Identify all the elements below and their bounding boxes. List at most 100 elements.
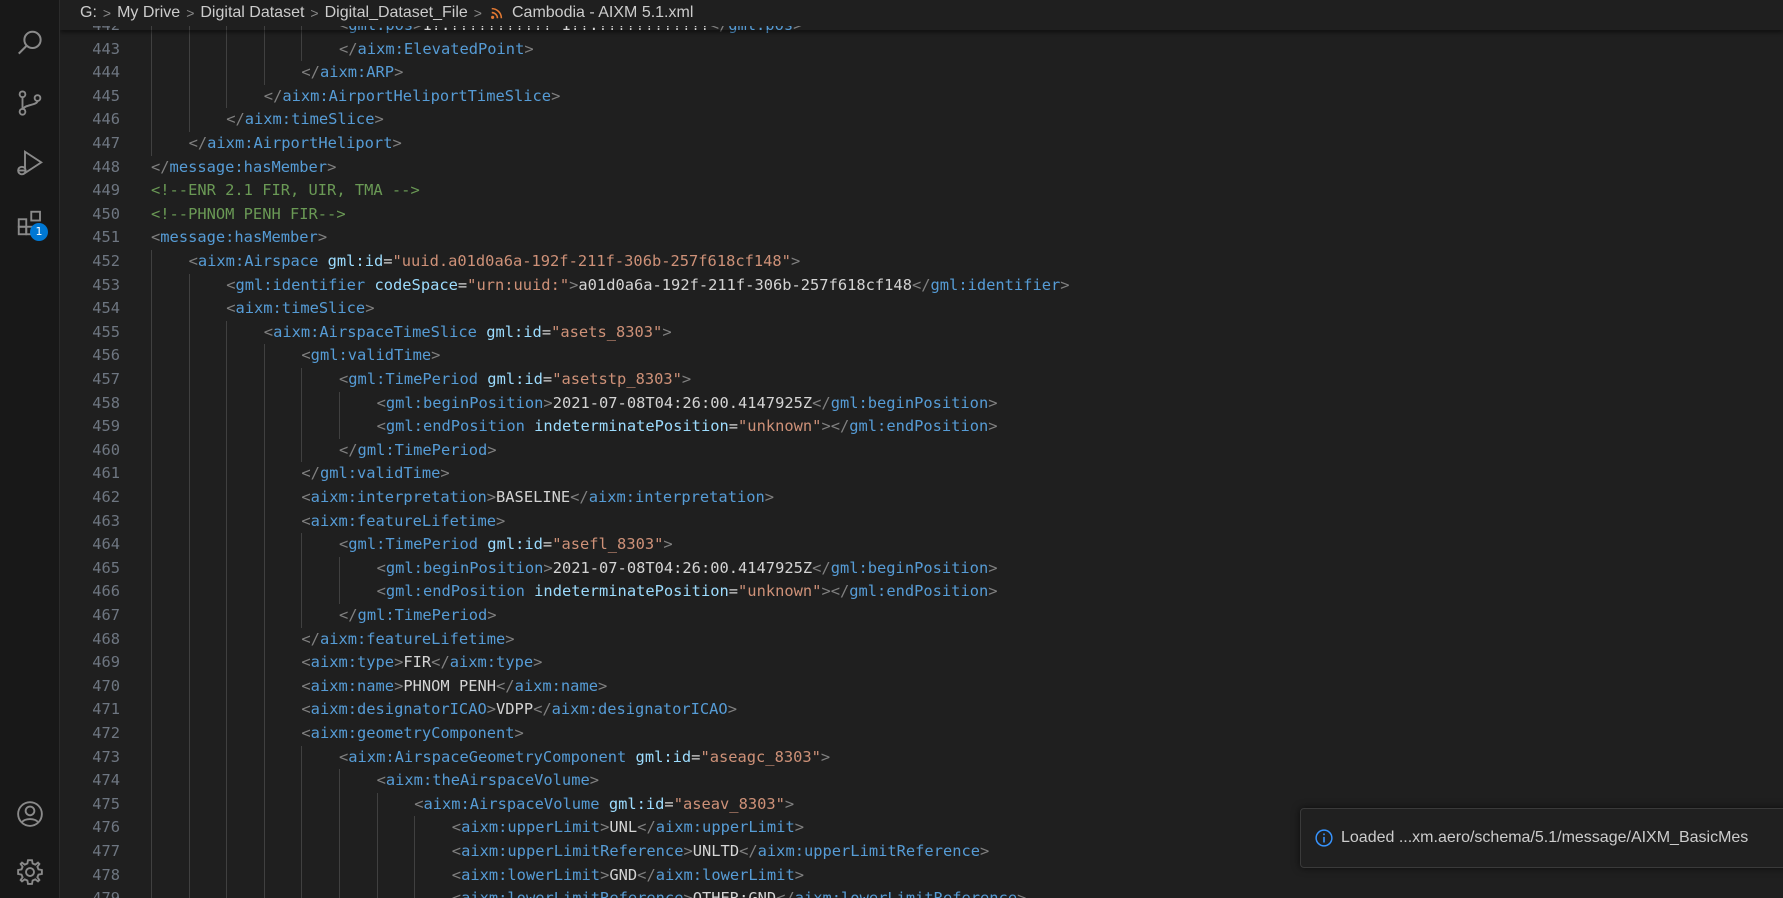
breadcrumb-digital-dataset-file[interactable]: Digital_Dataset_File	[325, 4, 468, 22]
indent-guide	[263, 887, 265, 898]
code-text: </aixm:AirportHeliportTimeSlice>	[264, 85, 561, 109]
code-line[interactable]: 471 <aixm:designatorICAO>VDPP</aixm:desig…	[60, 698, 1783, 722]
line-number: 475	[92, 794, 120, 813]
code-line[interactable]: 455 <aixm:AirspaceTimeSlice gml:id="asets…	[60, 320, 1783, 345]
code-line[interactable]: 464 <gml:TimePeriod gml:id="asefl_8303">	[60, 533, 1783, 557]
line-number: 462	[92, 488, 120, 506]
code-line[interactable]: 467 </gml:TimePeriod>	[60, 604, 1783, 628]
code-line[interactable]: 474 <aixm:theAirspaceVolume>	[60, 769, 1783, 793]
code-line[interactable]: 465 <gml:beginPosition>2021-07-08T04:26:0…	[60, 556, 1783, 581]
code-line[interactable]: 468 </aixm:featureLifetime>	[60, 627, 1783, 652]
token-name: aixm:upperLimitReference	[757, 842, 981, 860]
code-line[interactable]: 459 <gml:endPosition indeterminatePositio…	[60, 415, 1783, 439]
token-name: gml:validTime	[319, 464, 441, 483]
line-number: 449	[92, 181, 120, 200]
notification-toast[interactable]: Loaded ...xm.aero/schema/5.1/message/AIX…	[1300, 808, 1783, 868]
code-line[interactable]: 466 <gml:endPosition indeterminatePositio…	[60, 580, 1783, 604]
breadcrumb-my-drive[interactable]: My Drive	[117, 4, 180, 22]
breadcrumb-drive[interactable]: G:	[80, 4, 97, 22]
code-line[interactable]: 445 </aixm:AirportHeliportTimeSlice>	[60, 84, 1783, 109]
code-line[interactable]: 460 </gml:TimePeriod>	[60, 438, 1783, 463]
code-line[interactable]: 446 </aixm:timeSlice>	[60, 108, 1783, 132]
indent-guide	[151, 627, 152, 652]
token-name: aixm:upperLimit	[655, 818, 795, 837]
code-line[interactable]: 458 <gml:beginPosition>2021-07-08T04:26:0…	[60, 391, 1783, 416]
indent-guide	[339, 887, 340, 898]
token-tag: >	[727, 700, 737, 719]
indent-guide	[263, 580, 265, 604]
code-line[interactable]: 450 <!--PHNOM PENH FIR-->	[60, 203, 1783, 227]
indent-guide	[263, 722, 265, 746]
token-tag: <	[339, 747, 349, 766]
code-line[interactable]: 447 </aixm:AirportHeliport>	[60, 132, 1783, 156]
token-name: aixm:timeSlice	[244, 110, 375, 129]
code-line[interactable]: 472 <aixm:geometryComponent>	[60, 722, 1783, 746]
run-debug-icon[interactable]	[0, 137, 59, 189]
notification-text: Loaded ...xm.aero/schema/5.1/message/AIX…	[1341, 829, 1749, 846]
code-text: </aixm:AirportHeliport>	[189, 132, 402, 156]
code-line[interactable]: 462 <aixm:interpretation>BASELINE</aixm:i…	[60, 486, 1783, 510]
indent-guide	[263, 344, 265, 368]
token-tag: >	[394, 63, 404, 82]
code-text: <aixm:AirspaceGeometryComponent gml:id="…	[339, 746, 830, 770]
indent-guide	[151, 391, 152, 416]
code-line[interactable]: 469 <aixm:type>FIR</aixm:type>	[60, 651, 1783, 675]
line-number: 470	[92, 676, 120, 695]
gear-icon[interactable]	[0, 846, 59, 898]
token-tag: </	[339, 440, 358, 459]
indent-guide	[301, 792, 303, 817]
code-line[interactable]: 463 <aixm:featureLifetime>	[60, 509, 1783, 534]
code-line[interactable]: 449 <!--ENR 2.1 FIR, UIR, TMA -->	[60, 179, 1783, 203]
token-tag: >	[514, 724, 524, 742]
code-line[interactable]: 453 <gml:identifier codeSpace="urn:uuid:"…	[60, 273, 1783, 298]
code-line[interactable]: 461 </gml:validTime>	[60, 462, 1783, 486]
code-text: <gml:endPosition indeterminatePosition="…	[377, 580, 998, 604]
line-number: 474	[92, 771, 120, 790]
account-icon[interactable]	[0, 788, 59, 840]
indent-guide	[226, 840, 228, 864]
token-tag: ></	[821, 417, 850, 436]
indent-guide	[226, 391, 228, 416]
code-line[interactable]: 444 </aixm:ARP>	[60, 61, 1783, 85]
indent-guide	[226, 651, 228, 675]
token-tag: </	[776, 889, 795, 898]
breadcrumb-file[interactable]: Cambodia - AIXM 5.1.xml	[512, 4, 693, 22]
token-txt: =	[541, 322, 552, 341]
indent-guide	[263, 698, 265, 722]
search-icon[interactable]	[0, 17, 59, 69]
code-line[interactable]: 456 <gml:validTime>	[60, 344, 1783, 368]
token-name: aixm:type	[449, 653, 534, 672]
breadcrumb-digital-dataset[interactable]: Digital Dataset	[200, 4, 304, 22]
indent-guide	[301, 415, 303, 439]
code-line[interactable]: 451 <message:hasMember>	[60, 226, 1783, 250]
line-number: 461	[92, 464, 120, 483]
line-number: 471	[92, 700, 120, 719]
code-editor[interactable]: 442<gml:pos>1?.??????????? 1??.?????????…	[60, 26, 1783, 898]
token-com: <!--ENR 2.1 FIR, UIR, TMA -->	[151, 181, 420, 200]
source-control-icon[interactable]	[0, 77, 59, 129]
extensions-icon[interactable]: 1	[0, 197, 59, 249]
code-line[interactable]: 448 </message:hasMember>	[60, 156, 1783, 180]
code-text: <gml:validTime>	[301, 344, 440, 368]
indent-guide	[151, 462, 152, 486]
code-line[interactable]: 470 <aixm:name>PHNOM PENH</aixm:name>	[60, 674, 1783, 699]
token-name: aixm:geometryComponent	[310, 724, 515, 742]
code-line[interactable]: 452 <aixm:Airspace gml:id="uuid.a01d0a6a-…	[60, 250, 1783, 274]
token-txt: PHNOM PENH	[403, 676, 497, 695]
code-text: </gml:TimePeriod>	[339, 439, 497, 463]
indent-guide	[226, 533, 228, 557]
code-text: <gml:identifier codeSpace="urn:uuid:">a0…	[226, 274, 1069, 298]
code-text: <gml:TimePeriod gml:id="asefl_8303">	[339, 533, 673, 557]
token-tag: <	[151, 228, 161, 247]
line-number: 477	[92, 842, 120, 860]
code-line[interactable]: 457 <gml:TimePeriod gml:id="asetstp_8303"…	[60, 368, 1783, 392]
code-line[interactable]: 479<aixm:lowerLimitReference>OTHER:GND</…	[60, 887, 1783, 898]
code-line[interactable]: 454 <aixm:timeSlice>	[60, 297, 1783, 321]
indent-guide	[414, 863, 416, 888]
code-line[interactable]: 473 <aixm:AirspaceGeometryComponent gml:i…	[60, 745, 1783, 770]
token-tag: </	[151, 157, 170, 176]
code-line[interactable]: 443 </aixm:ElevatedPoint>	[60, 37, 1783, 62]
code-text: </aixm:ElevatedPoint>	[339, 38, 534, 62]
indent-guide	[151, 556, 152, 581]
